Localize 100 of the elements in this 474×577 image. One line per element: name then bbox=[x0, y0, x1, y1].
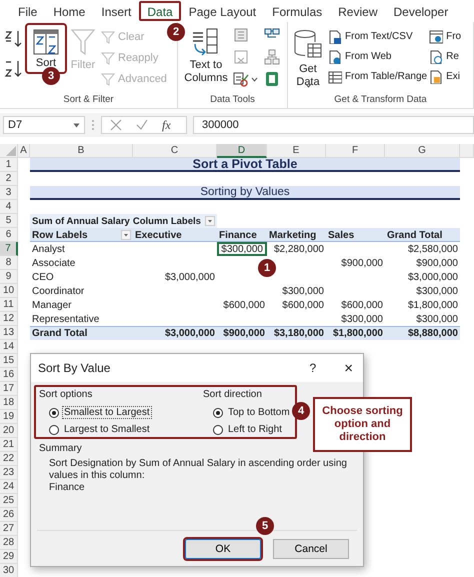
row-header[interactable]: 15 bbox=[0, 354, 18, 368]
formula-field[interactable]: 300000 bbox=[193, 116, 474, 134]
row-header[interactable]: 11 bbox=[0, 298, 18, 312]
column-header[interactable]: G bbox=[385, 144, 460, 158]
row-header[interactable]: 13 bbox=[0, 326, 18, 340]
row-header[interactable]: 2 bbox=[0, 172, 18, 186]
table-cell-text: $3,180,000 bbox=[272, 326, 325, 340]
radio-label[interactable]: Smallest to Largest bbox=[62, 406, 152, 419]
row-header[interactable]: 8 bbox=[0, 256, 18, 270]
row-header[interactable]: 27 bbox=[0, 522, 18, 536]
column-header[interactable]: F bbox=[326, 144, 385, 158]
document-icon bbox=[328, 50, 342, 64]
radio-button[interactable] bbox=[49, 408, 59, 418]
row-header[interactable]: 9 bbox=[0, 270, 18, 284]
radio-button[interactable] bbox=[49, 424, 59, 434]
column-heading: Marketing bbox=[268, 228, 318, 242]
text-to-columns-button[interactable]: Text to Columns bbox=[182, 25, 230, 87]
row-header[interactable]: 6 bbox=[0, 228, 18, 242]
document-icon bbox=[429, 70, 444, 84]
table-cell-text: CEO bbox=[31, 270, 55, 284]
row-header[interactable]: 16 bbox=[0, 368, 18, 382]
row-header[interactable]: 21 bbox=[0, 438, 18, 452]
column-header[interactable]: B bbox=[30, 144, 133, 158]
cancel-button[interactable]: Cancel bbox=[273, 539, 349, 559]
row-header[interactable]: 5 bbox=[0, 214, 18, 228]
radio-button[interactable] bbox=[213, 424, 223, 434]
ribbon-tab[interactable]: File bbox=[10, 1, 46, 21]
column-header[interactable]: A bbox=[18, 144, 30, 158]
ribbon-button[interactable]: Re bbox=[429, 48, 462, 65]
flash-fill-icon[interactable] bbox=[233, 27, 249, 43]
column-header[interactable]: C bbox=[133, 144, 217, 158]
table-cell-text: $3,000,000 bbox=[406, 270, 459, 284]
row-header[interactable]: 19 bbox=[0, 410, 18, 424]
ribbon-button[interactable]: From Table/Range bbox=[328, 68, 428, 85]
radio-button[interactable] bbox=[213, 408, 223, 418]
ribbon-button[interactable]: From Text/CSV bbox=[328, 28, 428, 45]
data-model-icon[interactable] bbox=[264, 71, 280, 87]
row-header[interactable]: 28 bbox=[0, 536, 18, 550]
ribbon-tab[interactable]: Review bbox=[330, 1, 386, 21]
table-cell-text: Associate bbox=[31, 256, 76, 270]
ribbon-tab[interactable]: Developer bbox=[386, 1, 456, 21]
row-header[interactable]: 25 bbox=[0, 494, 18, 508]
row-header[interactable]: 30 bbox=[0, 564, 18, 577]
row-header[interactable]: 7 bbox=[0, 242, 18, 256]
column-heading: Executive bbox=[134, 228, 183, 242]
cancel-icon[interactable] bbox=[110, 119, 122, 131]
row-header[interactable]: 4 bbox=[0, 200, 18, 214]
ribbon-tab[interactable]: Page Layout bbox=[180, 1, 264, 21]
more-icon bbox=[91, 119, 95, 131]
ribbon-tab[interactable]: Home bbox=[45, 1, 94, 21]
ok-button[interactable]: OK bbox=[185, 539, 261, 559]
row-header[interactable]: 17 bbox=[0, 382, 18, 396]
row-header[interactable]: 10 bbox=[0, 284, 18, 298]
radio-label[interactable]: Top to Bottom bbox=[226, 406, 292, 419]
ribbon-button[interactable]: From Web bbox=[328, 48, 428, 65]
ribbon-tab[interactable]: Data bbox=[139, 1, 181, 21]
name-box[interactable]: D7 bbox=[3, 116, 85, 134]
close-button[interactable]: × bbox=[344, 360, 353, 376]
row-header[interactable]: 1 bbox=[0, 158, 18, 172]
column-header[interactable]: D bbox=[217, 144, 267, 158]
ribbon-button[interactable]: Exi bbox=[429, 68, 462, 85]
column-header[interactable]: E bbox=[267, 144, 326, 158]
filter-dropdown-icon[interactable] bbox=[205, 216, 215, 226]
row-header[interactable]: 29 bbox=[0, 550, 18, 564]
ribbon-tab[interactable]: Insert bbox=[93, 1, 140, 21]
table-cell-text: $900,000 bbox=[415, 256, 459, 270]
get-data-button[interactable]: Get Data bbox=[290, 25, 326, 93]
ribbon-tab[interactable]: Formulas bbox=[264, 1, 330, 21]
relationships-icon[interactable] bbox=[264, 49, 280, 65]
summary-text: Finance bbox=[48, 482, 86, 494]
filter-dropdown-icon[interactable] bbox=[121, 230, 131, 240]
sort-ascending-icon[interactable] bbox=[4, 29, 22, 49]
table-cell: Column Labels bbox=[132, 216, 201, 226]
row-header[interactable]: 24 bbox=[0, 480, 18, 494]
row-header[interactable]: 14 bbox=[0, 340, 18, 354]
group-label: Get & Transform Data bbox=[333, 93, 428, 107]
row-header[interactable]: 18 bbox=[0, 396, 18, 410]
table-cell-text: Representative bbox=[31, 312, 100, 326]
sheet-subtitle: Sorting by Values bbox=[30, 186, 460, 200]
radio-label[interactable]: Largest to Smallest bbox=[62, 423, 152, 436]
row-header[interactable]: 20 bbox=[0, 424, 18, 438]
radio-label[interactable]: Left to Right bbox=[226, 423, 284, 436]
help-button[interactable]: ? bbox=[310, 361, 316, 375]
row-header[interactable]: 12 bbox=[0, 312, 18, 326]
document-icon bbox=[328, 30, 342, 44]
row-header[interactable]: 26 bbox=[0, 508, 18, 522]
data-validation-icon[interactable] bbox=[233, 71, 249, 87]
row-header[interactable]: 3 bbox=[0, 186, 18, 200]
row-header[interactable]: 23 bbox=[0, 466, 18, 480]
table-cell: Sum of Annual Salary bbox=[32, 216, 130, 226]
row-header[interactable]: 22 bbox=[0, 452, 18, 466]
sort-descending-icon[interactable] bbox=[4, 59, 22, 79]
table-cell-text: $2,280,000 bbox=[272, 242, 325, 256]
table-cell-text: Grand Total bbox=[31, 326, 88, 340]
ribbon-button[interactable]: Fro bbox=[429, 28, 462, 45]
check-icon[interactable] bbox=[136, 119, 148, 131]
table-cell: Row Labels bbox=[32, 230, 88, 240]
table-cell-text: $900,000 bbox=[222, 326, 266, 340]
insert-function-button[interactable]: fx bbox=[162, 118, 171, 132]
caret-icon[interactable] bbox=[251, 76, 258, 82]
